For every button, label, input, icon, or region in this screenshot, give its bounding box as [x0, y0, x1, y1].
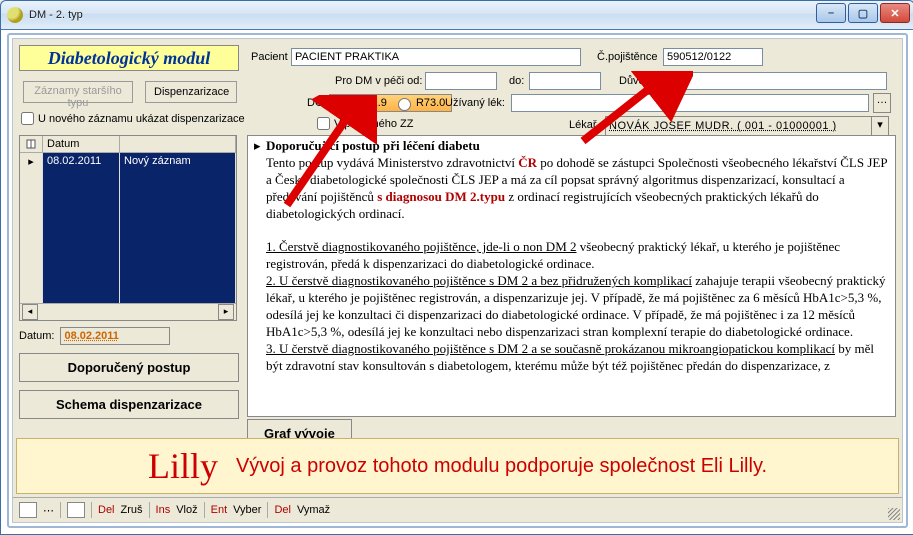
dispenzarizace-button[interactable]: Dispenzarizace	[145, 81, 237, 103]
table-row[interactable]: ▸ 08.02.2011 Nový záznam	[20, 153, 236, 303]
scroll-left-button[interactable]: ◂	[22, 304, 38, 320]
lekar-combo[interactable]: NOVÁK JOSEF MUDR. ( 001 - 01000001 )	[605, 116, 877, 136]
grid-col-text[interactable]	[120, 136, 236, 152]
app-icon	[7, 7, 23, 23]
new-record-checkbox-label: U nového záznamu ukázat dispenzarizace	[38, 113, 245, 125]
sb-book-icon[interactable]	[19, 502, 37, 518]
window-title: DM - 2. typ	[29, 9, 83, 21]
maximize-button[interactable]: ▢	[848, 3, 878, 23]
duvod-label: Důvod:	[619, 75, 654, 87]
lek-label: Užívaný lék:	[445, 97, 505, 109]
cpoj-field[interactable]	[663, 48, 763, 66]
datum-field[interactable]	[60, 327, 170, 345]
sb-vloz[interactable]: Vlož	[176, 504, 197, 516]
grid-col-marker	[20, 136, 43, 152]
row-marker: ▸	[20, 153, 43, 303]
lek-field[interactable]	[511, 94, 869, 112]
titlebar[interactable]: DM - 2. typ – ▢ ✕	[1, 1, 913, 30]
sb-zrus[interactable]: Zruš	[121, 504, 143, 516]
status-bar: ⋯ Del Zruš Ins Vlož Ent Vyber Del Vymaž	[13, 497, 902, 522]
pacient-field[interactable]	[291, 48, 581, 66]
do-label: do:	[509, 75, 524, 87]
cpoj-label: Č.pojištěnce	[597, 51, 658, 63]
pece-od-label: Pro DM v péči od:	[335, 75, 422, 87]
client-area: Diabetologický modul Záznamy staršího ty…	[12, 38, 903, 523]
resize-grip[interactable]	[888, 508, 900, 520]
bullet-icon: ▸	[254, 138, 261, 155]
sb-del2: Del	[274, 504, 291, 516]
dg-label: DG	[307, 97, 324, 109]
jinezz-checkbox-label: V péči jiného ZZ	[334, 118, 413, 130]
duvod-field[interactable]	[659, 72, 887, 90]
book-icon	[26, 139, 36, 149]
recommended-button[interactable]: Doporučený postup	[19, 353, 239, 382]
jinezz-checkbox[interactable]: V péči jiného ZZ	[317, 117, 413, 130]
pece-od-field[interactable]	[425, 72, 497, 90]
do-field[interactable]	[529, 72, 601, 90]
grid-col-datum[interactable]: Datum	[43, 136, 120, 152]
dg-option-e119[interactable]: E11.9	[336, 95, 387, 111]
old-records-button[interactable]: Záznamy staršího typu	[23, 81, 133, 103]
datum-label: Datum:	[19, 330, 54, 342]
content-title: Doporučující postup při léčení diabetu	[266, 138, 480, 153]
new-record-checkbox[interactable]: U nového záznamu ukázat dispenzarizace	[21, 112, 245, 125]
sb-db-icon[interactable]	[67, 502, 85, 518]
content-panel[interactable]: ▸ Doporučující postup při léčení diabetu…	[247, 135, 896, 417]
sb-ent: Ent	[211, 504, 228, 516]
row-text[interactable]: Nový záznam	[120, 153, 236, 303]
lekar-label: Lékař	[569, 119, 597, 131]
lekar-value: NOVÁK JOSEF MUDR. ( 001 - 01000001 )	[609, 120, 837, 132]
sb-del1: Del	[98, 504, 115, 516]
sb-spacer-icon: ⋯	[43, 504, 54, 517]
dg-selector[interactable]: E11.9 R73.0	[329, 94, 452, 112]
dg-radio-r730[interactable]	[398, 98, 411, 111]
new-record-checkbox-input[interactable]	[21, 112, 34, 125]
dg-option-r730[interactable]: R73.0	[393, 95, 445, 111]
row-date[interactable]: 08.02.2011	[43, 153, 120, 303]
close-button[interactable]: ✕	[880, 3, 910, 23]
lilly-logo: Lilly	[148, 445, 218, 487]
sponsor-banner: Lilly Vývoj a provoz tohoto modulu podpo…	[16, 438, 899, 494]
lek-browse-button[interactable]: …	[873, 93, 891, 113]
pacient-label: Pacient	[251, 51, 288, 63]
dg-radio-e119[interactable]	[341, 98, 354, 111]
client-frame: Diabetologický modul Záznamy staršího ty…	[7, 33, 908, 528]
lekar-dropdown-button[interactable]: ▾	[871, 116, 889, 136]
minimize-button[interactable]: –	[816, 3, 846, 23]
sb-vyber[interactable]: Vyber	[233, 504, 261, 516]
scroll-right-button[interactable]: ▸	[218, 304, 234, 320]
banner-text: Vývoj a provoz tohoto modulu podporuje s…	[236, 455, 767, 478]
schema-button[interactable]: Schema dispenzarizace	[19, 390, 239, 419]
jinezz-checkbox-input[interactable]	[317, 117, 330, 130]
app-window: DM - 2. typ – ▢ ✕ Diabetologický modul Z…	[0, 0, 913, 535]
sb-ins: Ins	[156, 504, 171, 516]
module-title: Diabetologický modul	[19, 45, 239, 71]
grid-h-scroll[interactable]: ◂ ▸	[20, 303, 236, 320]
grid-header: Datum	[20, 136, 236, 153]
sb-vymaz[interactable]: Vymaž	[297, 504, 330, 516]
records-grid[interactable]: Datum ▸ 08.02.2011 Nový záznam ◂ ▸	[19, 135, 237, 321]
